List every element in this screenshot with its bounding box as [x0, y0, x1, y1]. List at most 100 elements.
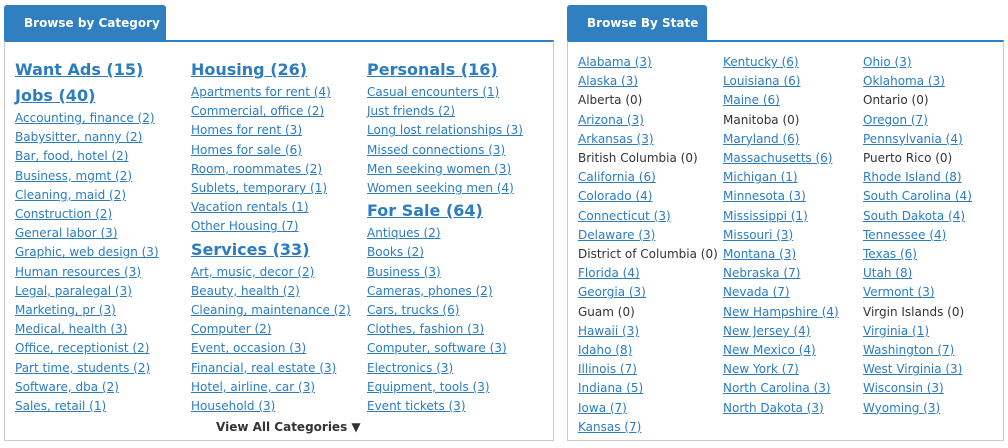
- category-link-clothes-fashion[interactable]: Clothes, fashion (3): [367, 320, 523, 339]
- state-link-new-jersey[interactable]: New Jersey (4): [723, 322, 839, 341]
- category-link-accounting-finance[interactable]: Accounting, finance (2): [15, 109, 159, 128]
- category-heading-services[interactable]: Services (33): [191, 237, 351, 263]
- state-link-north-carolina[interactable]: North Carolina (3): [723, 379, 839, 398]
- state-link-nebraska[interactable]: Nebraska (7): [723, 264, 839, 283]
- state-link-mississippi[interactable]: Mississippi (1): [723, 207, 839, 226]
- state-link-south-dakota[interactable]: South Dakota (4): [863, 207, 972, 226]
- state-link-iowa[interactable]: Iowa (7): [578, 399, 718, 418]
- category-link-equipment-tools[interactable]: Equipment, tools (3): [367, 378, 523, 397]
- category-link-homes-for-sale[interactable]: Homes for sale (6): [191, 141, 351, 160]
- state-link-tennessee[interactable]: Tennessee (4): [863, 226, 972, 245]
- state-link-alabama[interactable]: Alabama (3): [578, 53, 718, 72]
- category-link-event-tickets[interactable]: Event tickets (3): [367, 397, 523, 416]
- category-link-babysitter-nanny[interactable]: Babysitter, nanny (2): [15, 128, 159, 147]
- state-link-idaho[interactable]: Idaho (8): [578, 341, 718, 360]
- category-link-men-seeking-women[interactable]: Men seeking women (3): [367, 160, 523, 179]
- state-link-kansas[interactable]: Kansas (7): [578, 418, 718, 437]
- category-link-casual-encounters[interactable]: Casual encounters (1): [367, 83, 523, 102]
- state-link-delaware[interactable]: Delaware (3): [578, 226, 718, 245]
- category-link-women-seeking-men[interactable]: Women seeking men (4): [367, 179, 523, 198]
- state-link-pennsylvania[interactable]: Pennsylvania (4): [863, 130, 972, 149]
- category-link-just-friends[interactable]: Just friends (2): [367, 102, 523, 121]
- state-link-oklahoma[interactable]: Oklahoma (3): [863, 72, 972, 91]
- state-link-oregon[interactable]: Oregon (7): [863, 111, 972, 130]
- state-link-california[interactable]: California (6): [578, 168, 718, 187]
- state-link-utah[interactable]: Utah (8): [863, 264, 972, 283]
- category-heading-for-sale[interactable]: For Sale (64): [367, 198, 523, 224]
- category-link-art-music-decor[interactable]: Art, music, decor (2): [191, 263, 351, 282]
- category-heading-personals[interactable]: Personals (16): [367, 57, 523, 83]
- category-link-software-dba[interactable]: Software, dba (2): [15, 378, 159, 397]
- category-link-electronics[interactable]: Electronics (3): [367, 359, 523, 378]
- state-link-hawaii[interactable]: Hawaii (3): [578, 322, 718, 341]
- category-heading-want-ads[interactable]: Want Ads (15): [15, 57, 159, 83]
- state-link-minnesota[interactable]: Minnesota (3): [723, 187, 839, 206]
- state-link-nevada[interactable]: Nevada (7): [723, 283, 839, 302]
- category-link-marketing-pr[interactable]: Marketing, pr (3): [15, 301, 159, 320]
- category-link-household[interactable]: Household (3): [191, 397, 351, 416]
- category-link-sublets-temporary[interactable]: Sublets, temporary (1): [191, 179, 351, 198]
- state-link-arkansas[interactable]: Arkansas (3): [578, 130, 718, 149]
- state-link-new-mexico[interactable]: New Mexico (4): [723, 341, 839, 360]
- category-link-long-lost-relationships[interactable]: Long lost relationships (3): [367, 121, 523, 140]
- category-heading-housing[interactable]: Housing (26): [191, 57, 351, 83]
- state-link-missouri[interactable]: Missouri (3): [723, 226, 839, 245]
- category-link-commercial-office[interactable]: Commercial, office (2): [191, 102, 351, 121]
- category-link-sales-retail[interactable]: Sales, retail (1): [15, 397, 159, 416]
- category-link-cleaning-maid[interactable]: Cleaning, maid (2): [15, 186, 159, 205]
- category-link-vacation-rentals[interactable]: Vacation rentals (1): [191, 198, 351, 217]
- category-link-event-occasion[interactable]: Event, occasion (3): [191, 339, 351, 358]
- state-link-georgia[interactable]: Georgia (3): [578, 283, 718, 302]
- category-link-apartments-for-rent[interactable]: Apartments for rent (4): [191, 83, 351, 102]
- category-link-computer[interactable]: Computer (2): [191, 320, 351, 339]
- state-link-texas[interactable]: Texas (6): [863, 245, 972, 264]
- view-all-categories-link[interactable]: View All Categories ▼: [216, 420, 361, 434]
- state-link-florida[interactable]: Florida (4): [578, 264, 718, 283]
- state-link-wisconsin[interactable]: Wisconsin (3): [863, 379, 972, 398]
- state-link-montana[interactable]: Montana (3): [723, 245, 839, 264]
- state-link-rhode-island[interactable]: Rhode Island (8): [863, 168, 972, 187]
- state-link-alaska[interactable]: Alaska (3): [578, 72, 718, 91]
- category-link-graphic-web-design[interactable]: Graphic, web design (3): [15, 243, 159, 262]
- category-link-hotel-airline-car[interactable]: Hotel, airline, car (3): [191, 378, 351, 397]
- state-link-connecticut[interactable]: Connecticut (3): [578, 207, 718, 226]
- category-link-business-mgmt[interactable]: Business, mgmt (2): [15, 167, 159, 186]
- state-link-kentucky[interactable]: Kentucky (6): [723, 53, 839, 72]
- state-link-michigan[interactable]: Michigan (1): [723, 168, 839, 187]
- category-link-room-roommates[interactable]: Room, roommates (2): [191, 160, 351, 179]
- category-link-beauty-health[interactable]: Beauty, health (2): [191, 282, 351, 301]
- state-link-north-dakota[interactable]: North Dakota (3): [723, 399, 839, 418]
- category-link-office-receptionist[interactable]: Office, receptionist (2): [15, 339, 159, 358]
- state-link-maryland[interactable]: Maryland (6): [723, 130, 839, 149]
- state-link-ohio[interactable]: Ohio (3): [863, 53, 972, 72]
- category-link-missed-connections[interactable]: Missed connections (3): [367, 141, 523, 160]
- category-link-bar-food-hotel[interactable]: Bar, food, hotel (2): [15, 147, 159, 166]
- category-link-cleaning-maintenance[interactable]: Cleaning, maintenance (2): [191, 301, 351, 320]
- state-link-vermont[interactable]: Vermont (3): [863, 283, 972, 302]
- state-link-washington[interactable]: Washington (7): [863, 341, 972, 360]
- state-link-illinois[interactable]: Illinois (7): [578, 360, 718, 379]
- category-link-general-labor[interactable]: General labor (3): [15, 224, 159, 243]
- category-link-antiques[interactable]: Antiques (2): [367, 224, 523, 243]
- category-link-financial-real-estate[interactable]: Financial, real estate (3): [191, 359, 351, 378]
- category-link-construction[interactable]: Construction (2): [15, 205, 159, 224]
- state-link-west-virginia[interactable]: West Virginia (3): [863, 360, 972, 379]
- state-link-new-york[interactable]: New York (7): [723, 360, 839, 379]
- category-heading-jobs[interactable]: Jobs (40): [15, 83, 159, 109]
- category-link-cars-trucks[interactable]: Cars, trucks (6): [367, 301, 523, 320]
- state-link-massachusetts[interactable]: Massachusetts (6): [723, 149, 839, 168]
- state-link-indiana[interactable]: Indiana (5): [578, 379, 718, 398]
- category-link-computer-software[interactable]: Computer, software (3): [367, 339, 523, 358]
- category-link-business[interactable]: Business (3): [367, 263, 523, 282]
- state-link-maine[interactable]: Maine (6): [723, 91, 839, 110]
- state-link-colorado[interactable]: Colorado (4): [578, 187, 718, 206]
- category-link-legal-paralegal[interactable]: Legal, paralegal (3): [15, 282, 159, 301]
- category-link-homes-for-rent[interactable]: Homes for rent (3): [191, 121, 351, 140]
- state-link-virginia[interactable]: Virginia (1): [863, 322, 972, 341]
- state-link-south-carolina[interactable]: South Carolina (4): [863, 187, 972, 206]
- category-link-medical-health[interactable]: Medical, health (3): [15, 320, 159, 339]
- category-link-human-resources[interactable]: Human resources (3): [15, 263, 159, 282]
- category-link-cameras-phones[interactable]: Cameras, phones (2): [367, 282, 523, 301]
- state-link-louisiana[interactable]: Louisiana (6): [723, 72, 839, 91]
- category-link-part-time-students[interactable]: Part time, students (2): [15, 359, 159, 378]
